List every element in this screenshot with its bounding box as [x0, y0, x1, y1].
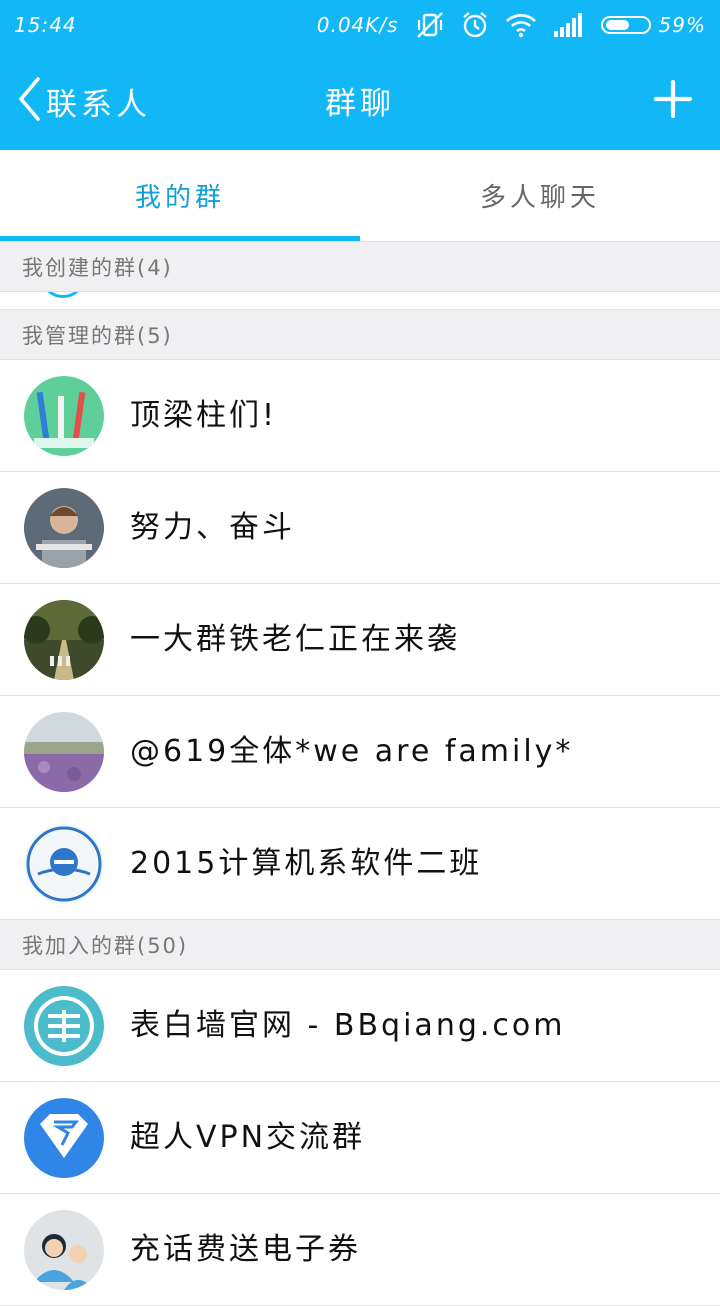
list-item[interactable]: 2015计算机系软件二班 — [0, 808, 720, 920]
status-time: 15:44 — [14, 13, 77, 37]
tab-bar: 我的群 多人聊天 — [0, 150, 720, 242]
page-title: 群聊 — [325, 86, 395, 122]
tab-my-groups[interactable]: 我的群 — [0, 150, 360, 240]
signal-icon — [553, 13, 585, 37]
section-label: 我加入的群(50) — [22, 933, 189, 958]
list-item[interactable]: 努力、奋斗 — [0, 472, 720, 584]
group-name: 努力、奋斗 — [130, 510, 295, 545]
section-managed-groups[interactable]: 我管理的群(5) — [0, 310, 720, 360]
lavender-field-avatar — [24, 712, 104, 792]
wall-character-avatar — [24, 986, 104, 1066]
list-item[interactable]: @619全体*we are family* — [0, 696, 720, 808]
active-tab-indicator — [0, 236, 360, 241]
people-avatar — [24, 1210, 104, 1290]
list-item[interactable]: 超人VPN交流群 — [0, 1082, 720, 1194]
group-name: 表白墙官网 - BBqiang.com — [130, 1008, 566, 1043]
section-label: 我管理的群(5) — [22, 323, 173, 348]
group-name: 超人VPN交流群 — [130, 1120, 366, 1155]
group-name: 2015计算机系软件二班 — [130, 846, 483, 881]
boy-laptop-avatar — [24, 488, 104, 568]
tab-multi-chat[interactable]: 多人聊天 — [360, 150, 720, 240]
section-label: 我创建的群(4) — [22, 255, 173, 280]
status-bar: 15:44 0.04K/s 59% — [0, 0, 720, 50]
toothbrush-avatar — [24, 376, 104, 456]
vibrate-off-icon — [415, 11, 445, 39]
alarm-icon — [461, 11, 489, 39]
tree-road-avatar — [24, 600, 104, 680]
add-button[interactable] — [653, 79, 693, 119]
network-speed: 0.04K/s — [316, 13, 399, 37]
plus-icon — [653, 79, 693, 119]
wifi-icon — [505, 12, 537, 38]
list-item[interactable]: 表白墙官网 - BBqiang.com — [0, 970, 720, 1082]
group-name: 充话费送电子券 — [130, 1232, 361, 1267]
ie-badge-avatar — [24, 824, 104, 904]
battery-percent: 59% — [658, 13, 706, 37]
battery-icon — [600, 16, 651, 34]
title-bar: 联系人 群聊 — [0, 50, 720, 150]
group-name: 一大群铁老仁正在来袭 — [130, 622, 460, 657]
section-created-groups[interactable]: 我创建的群(4) — [0, 242, 720, 292]
section-joined-groups[interactable]: 我加入的群(50) — [0, 920, 720, 970]
list-item[interactable]: 顶梁柱们! — [0, 360, 720, 472]
list-item[interactable]: 一大群铁老仁正在来袭 — [0, 584, 720, 696]
battery-indicator: 59% — [600, 13, 706, 37]
list-item[interactable]: 充话费送电子券 — [0, 1194, 720, 1306]
group-name: @619全体*we are family* — [130, 734, 574, 769]
collapsed-list-peek — [0, 292, 720, 310]
superman-logo-avatar — [24, 1098, 104, 1178]
group-name: 顶梁柱们! — [130, 398, 278, 433]
